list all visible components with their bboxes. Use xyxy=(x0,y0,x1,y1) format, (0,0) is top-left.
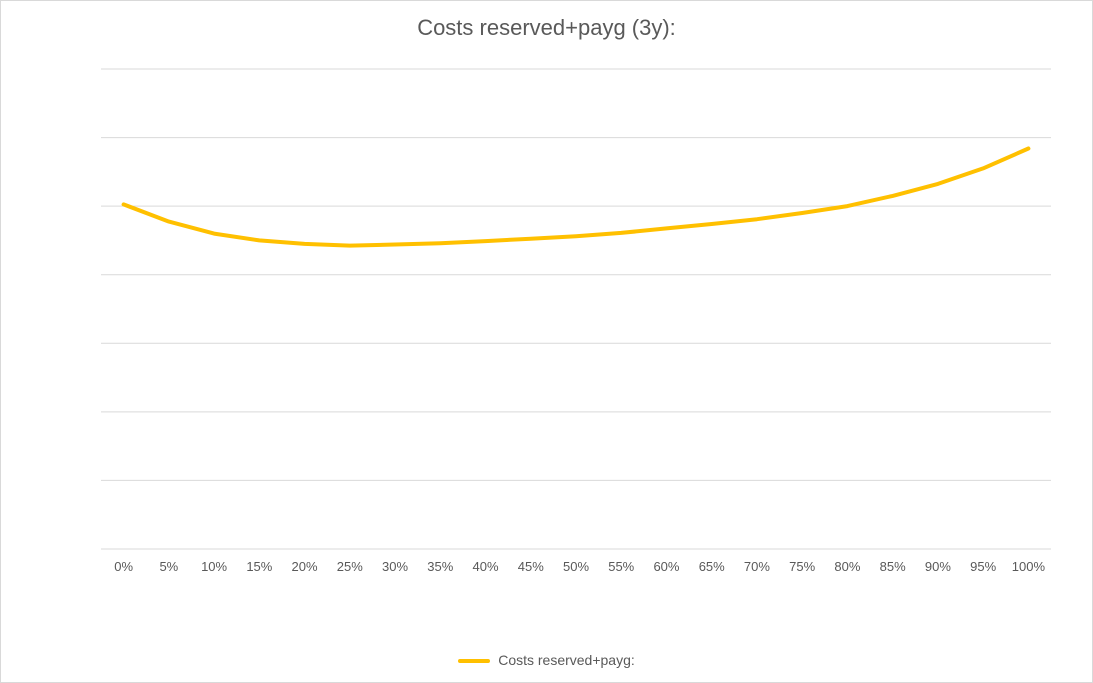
chart-title: Costs reserved+payg (3y): xyxy=(1,15,1092,41)
plot-area: € - € 200.00 € 400.00 € 600.00 € 800.00 … xyxy=(101,59,1061,589)
svg-text:55%: 55% xyxy=(608,559,634,574)
svg-text:15%: 15% xyxy=(246,559,272,574)
svg-text:65%: 65% xyxy=(699,559,725,574)
svg-text:35%: 35% xyxy=(427,559,453,574)
svg-text:45%: 45% xyxy=(518,559,544,574)
svg-text:60%: 60% xyxy=(653,559,679,574)
svg-text:0%: 0% xyxy=(114,559,133,574)
legend-label: Costs reserved+payg: xyxy=(498,652,635,668)
svg-text:40%: 40% xyxy=(473,559,499,574)
chart-svg: € - € 200.00 € 400.00 € 600.00 € 800.00 … xyxy=(101,59,1061,589)
chart-container: Costs reserved+payg (3y): € - € 200.00 €… xyxy=(0,0,1093,683)
x-axis: 0% 5% 10% 15% 20% 25% 30% 35% 40% 45% 50% 55% 60% 65%… xyxy=(114,559,1045,574)
svg-text:10%: 10% xyxy=(201,559,227,574)
svg-text:50%: 50% xyxy=(563,559,589,574)
svg-text:5%: 5% xyxy=(159,559,178,574)
gridlines xyxy=(101,69,1051,549)
series-line-costs xyxy=(124,149,1029,246)
svg-text:75%: 75% xyxy=(789,559,815,574)
svg-text:30%: 30% xyxy=(382,559,408,574)
svg-text:95%: 95% xyxy=(970,559,996,574)
svg-text:25%: 25% xyxy=(337,559,363,574)
legend-swatch xyxy=(458,659,490,663)
svg-text:20%: 20% xyxy=(292,559,318,574)
svg-text:100%: 100% xyxy=(1012,559,1046,574)
svg-text:90%: 90% xyxy=(925,559,951,574)
svg-text:70%: 70% xyxy=(744,559,770,574)
svg-text:85%: 85% xyxy=(880,559,906,574)
legend: Costs reserved+payg: xyxy=(1,652,1092,668)
svg-text:80%: 80% xyxy=(834,559,860,574)
